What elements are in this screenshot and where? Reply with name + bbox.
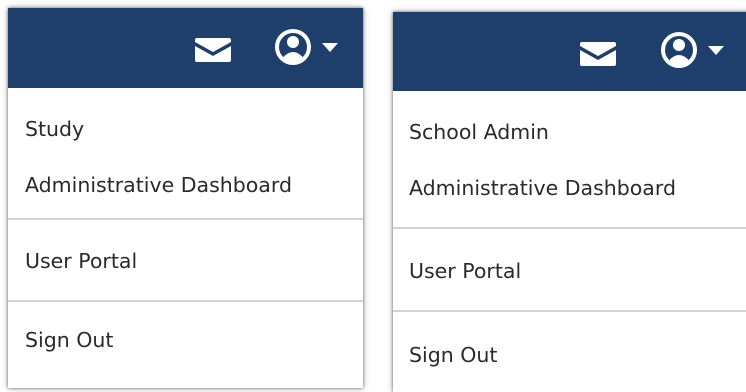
top-navbar (393, 12, 746, 91)
caret-down-icon (708, 46, 724, 55)
menu-group-session: Sign Out (393, 312, 746, 369)
dropdown-menu: Study Administrative Dashboard User Port… (8, 88, 363, 354)
envelope-icon[interactable] (195, 38, 231, 62)
account-dropdown-panel: School Admin Administrative Dashboard Us… (393, 12, 746, 392)
menu-item-sign-out[interactable]: Sign Out (393, 341, 746, 369)
menu-item-user-portal[interactable]: User Portal (393, 257, 746, 285)
menu-item-user-portal[interactable]: User Portal (8, 247, 363, 275)
menu-group-modules: Study Administrative Dashboard (8, 88, 363, 218)
user-menu-toggle[interactable] (274, 28, 346, 68)
user-menu-toggle[interactable] (660, 31, 732, 71)
user-circle-icon (275, 29, 311, 65)
menu-item-school-admin[interactable]: School Admin (393, 118, 746, 146)
menu-group-portal: User Portal (8, 220, 363, 300)
envelope-icon[interactable] (580, 42, 616, 66)
menu-group-modules: School Admin Administrative Dashboard (393, 91, 746, 227)
top-navbar (8, 8, 363, 88)
user-circle-icon (661, 32, 697, 68)
menu-group-session: Sign Out (8, 302, 363, 354)
caret-down-icon (322, 43, 338, 52)
account-dropdown-panel: Study Administrative Dashboard User Port… (8, 8, 363, 388)
menu-item-study[interactable]: Study (8, 115, 363, 143)
menu-item-administrative-dashboard[interactable]: Administrative Dashboard (393, 174, 746, 202)
menu-item-sign-out[interactable]: Sign Out (8, 326, 363, 354)
menu-group-portal: User Portal (393, 229, 746, 310)
menu-item-administrative-dashboard[interactable]: Administrative Dashboard (8, 171, 363, 199)
dropdown-menu: School Admin Administrative Dashboard Us… (393, 91, 746, 369)
